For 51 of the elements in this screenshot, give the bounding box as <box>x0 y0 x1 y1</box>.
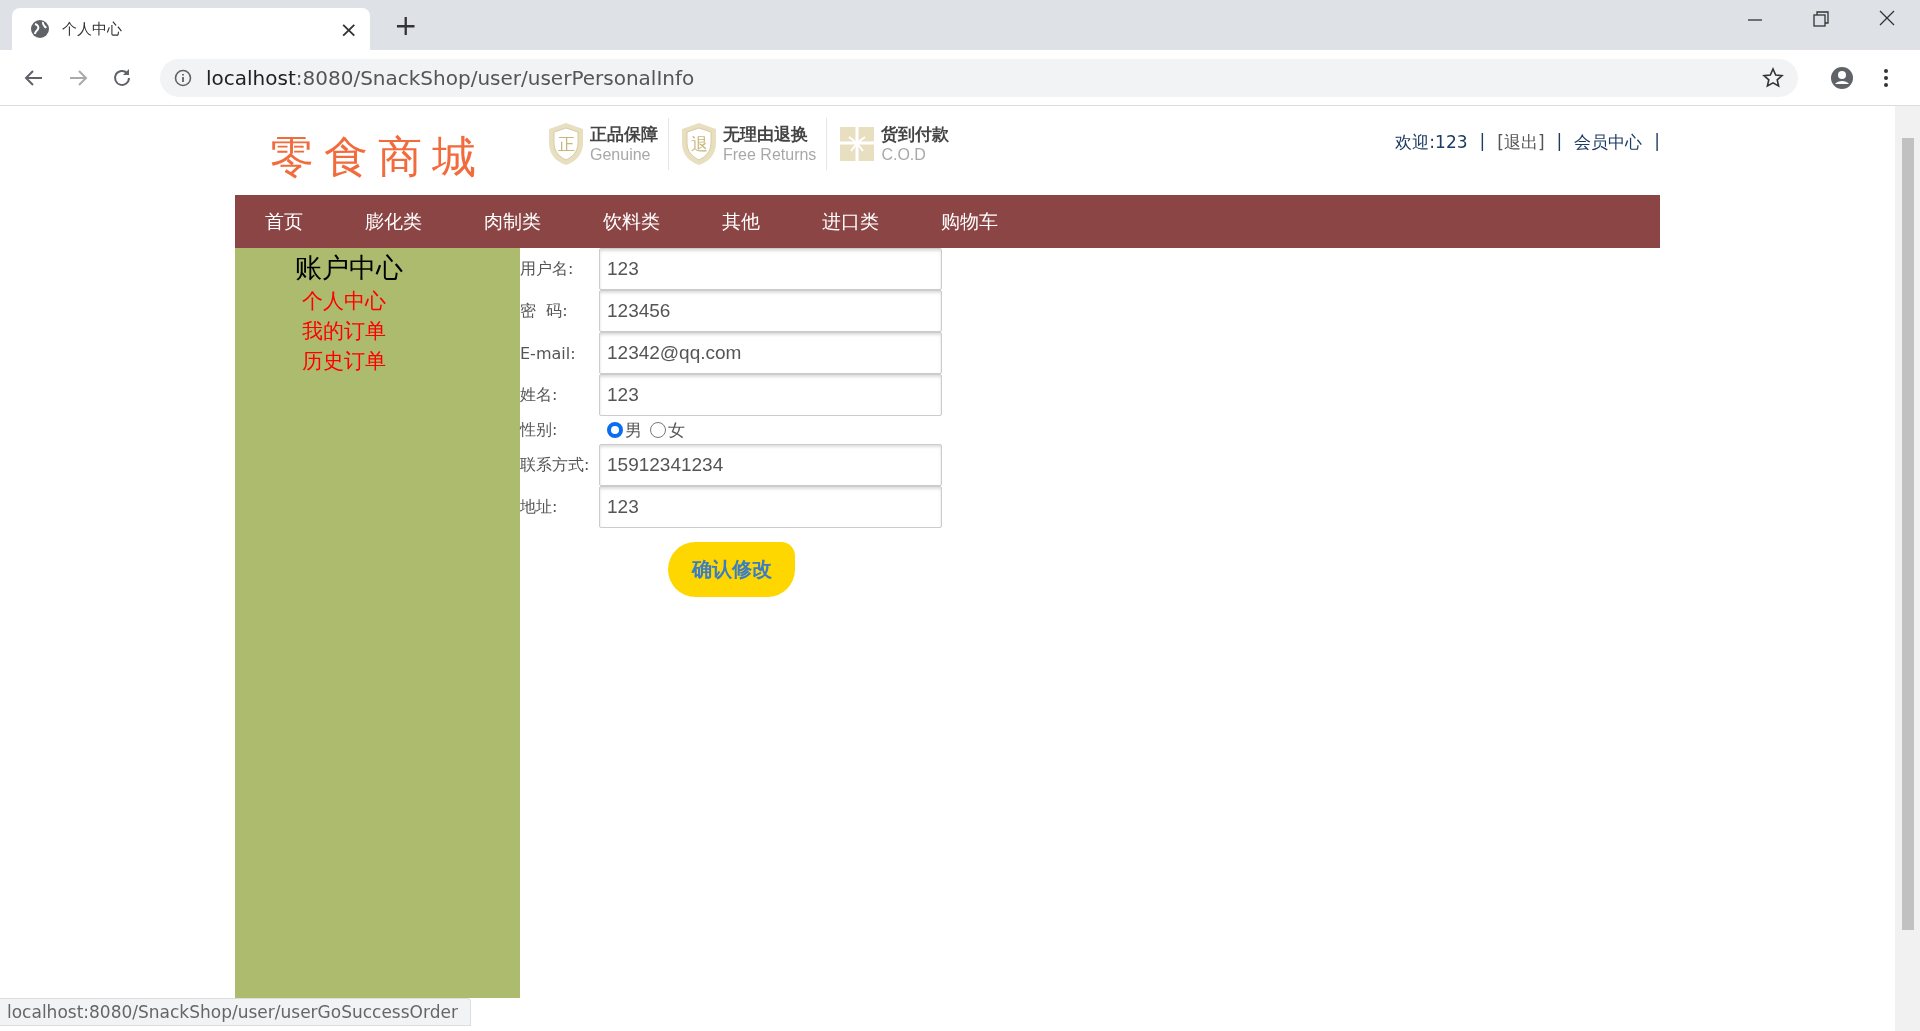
url-text: localhost:8080/SnackShop/user/userPersonalInfo <box>206 65 696 90</box>
badge-subtitle: Free Returns <box>723 146 817 164</box>
nav-link[interactable]: 进口类 <box>822 208 879 235</box>
input-field[interactable]: 12342@qq.com <box>599 332 942 374</box>
input-field[interactable]: 123456 <box>599 290 942 332</box>
nav-link[interactable]: 首页 <box>265 208 303 235</box>
tab-title: 个人中心 <box>62 19 123 39</box>
field-label: E-mail: <box>520 343 577 363</box>
badge-subtitle: C.O.D <box>881 146 927 164</box>
new-tab-button[interactable]: + <box>394 9 418 42</box>
input-field[interactable]: 15912341234 <box>599 444 942 486</box>
radio-label: 男 <box>625 418 642 442</box>
close-icon[interactable]: × <box>339 16 358 42</box>
star-icon[interactable] <box>1762 66 1784 89</box>
separator-text: | <box>1654 131 1660 153</box>
badge-subtitle: Genuine <box>590 146 652 164</box>
user-link[interactable]: 会员中心 <box>1574 131 1643 154</box>
nav-link[interactable]: 购物车 <box>941 208 998 235</box>
shield-icon: 正 <box>546 120 586 167</box>
input-field[interactable]: 123 <box>599 486 942 528</box>
radio-button[interactable] <box>607 422 623 438</box>
info-icon[interactable] <box>174 68 192 87</box>
radio-label: 女 <box>668 418 685 442</box>
nav-link[interactable]: 肉制类 <box>484 208 541 235</box>
scrollbar[interactable] <box>1902 138 1914 930</box>
browser-tab[interactable]: 个人中心 × <box>12 8 370 50</box>
nav-link[interactable]: 膨化类 <box>365 208 422 235</box>
sidebar-title: 账户中心 <box>295 251 404 285</box>
radio-button[interactable] <box>650 422 666 438</box>
shield-icon: 退 <box>679 120 719 167</box>
field-label: 姓名: <box>520 384 559 406</box>
field-label: 用户名: <box>520 258 575 280</box>
field-label: 联系方式: <box>520 454 591 476</box>
input-field[interactable]: 123 <box>599 248 942 290</box>
separator-text: | <box>1556 131 1563 153</box>
field-label: 密 码: <box>520 300 569 322</box>
field-label: 地址: <box>520 496 559 518</box>
welcome-text: 欢迎:123 <box>1395 131 1468 154</box>
nav-link[interactable]: 其他 <box>722 208 760 235</box>
nav-link[interactable]: 饮料类 <box>603 208 660 235</box>
separator-text: | <box>1479 131 1486 153</box>
status-url-text: localhost:8080/SnackShop/user/userGoSuccessOrder <box>0 998 471 1026</box>
input-field[interactable]: 123 <box>599 374 942 416</box>
badge-title: 货到付款 <box>881 123 950 146</box>
user-link[interactable]: [退出] <box>1497 131 1545 154</box>
field-label: 性别: <box>520 419 559 441</box>
globe-icon <box>30 19 50 39</box>
badge-title: 正品保障 <box>590 123 658 146</box>
account-icon[interactable] <box>1830 65 1854 90</box>
badge-title: 无理由退换 <box>723 123 809 146</box>
address-bar[interactable]: localhost:8080/SnackShop/user/userPersonalInfo <box>160 58 1798 97</box>
